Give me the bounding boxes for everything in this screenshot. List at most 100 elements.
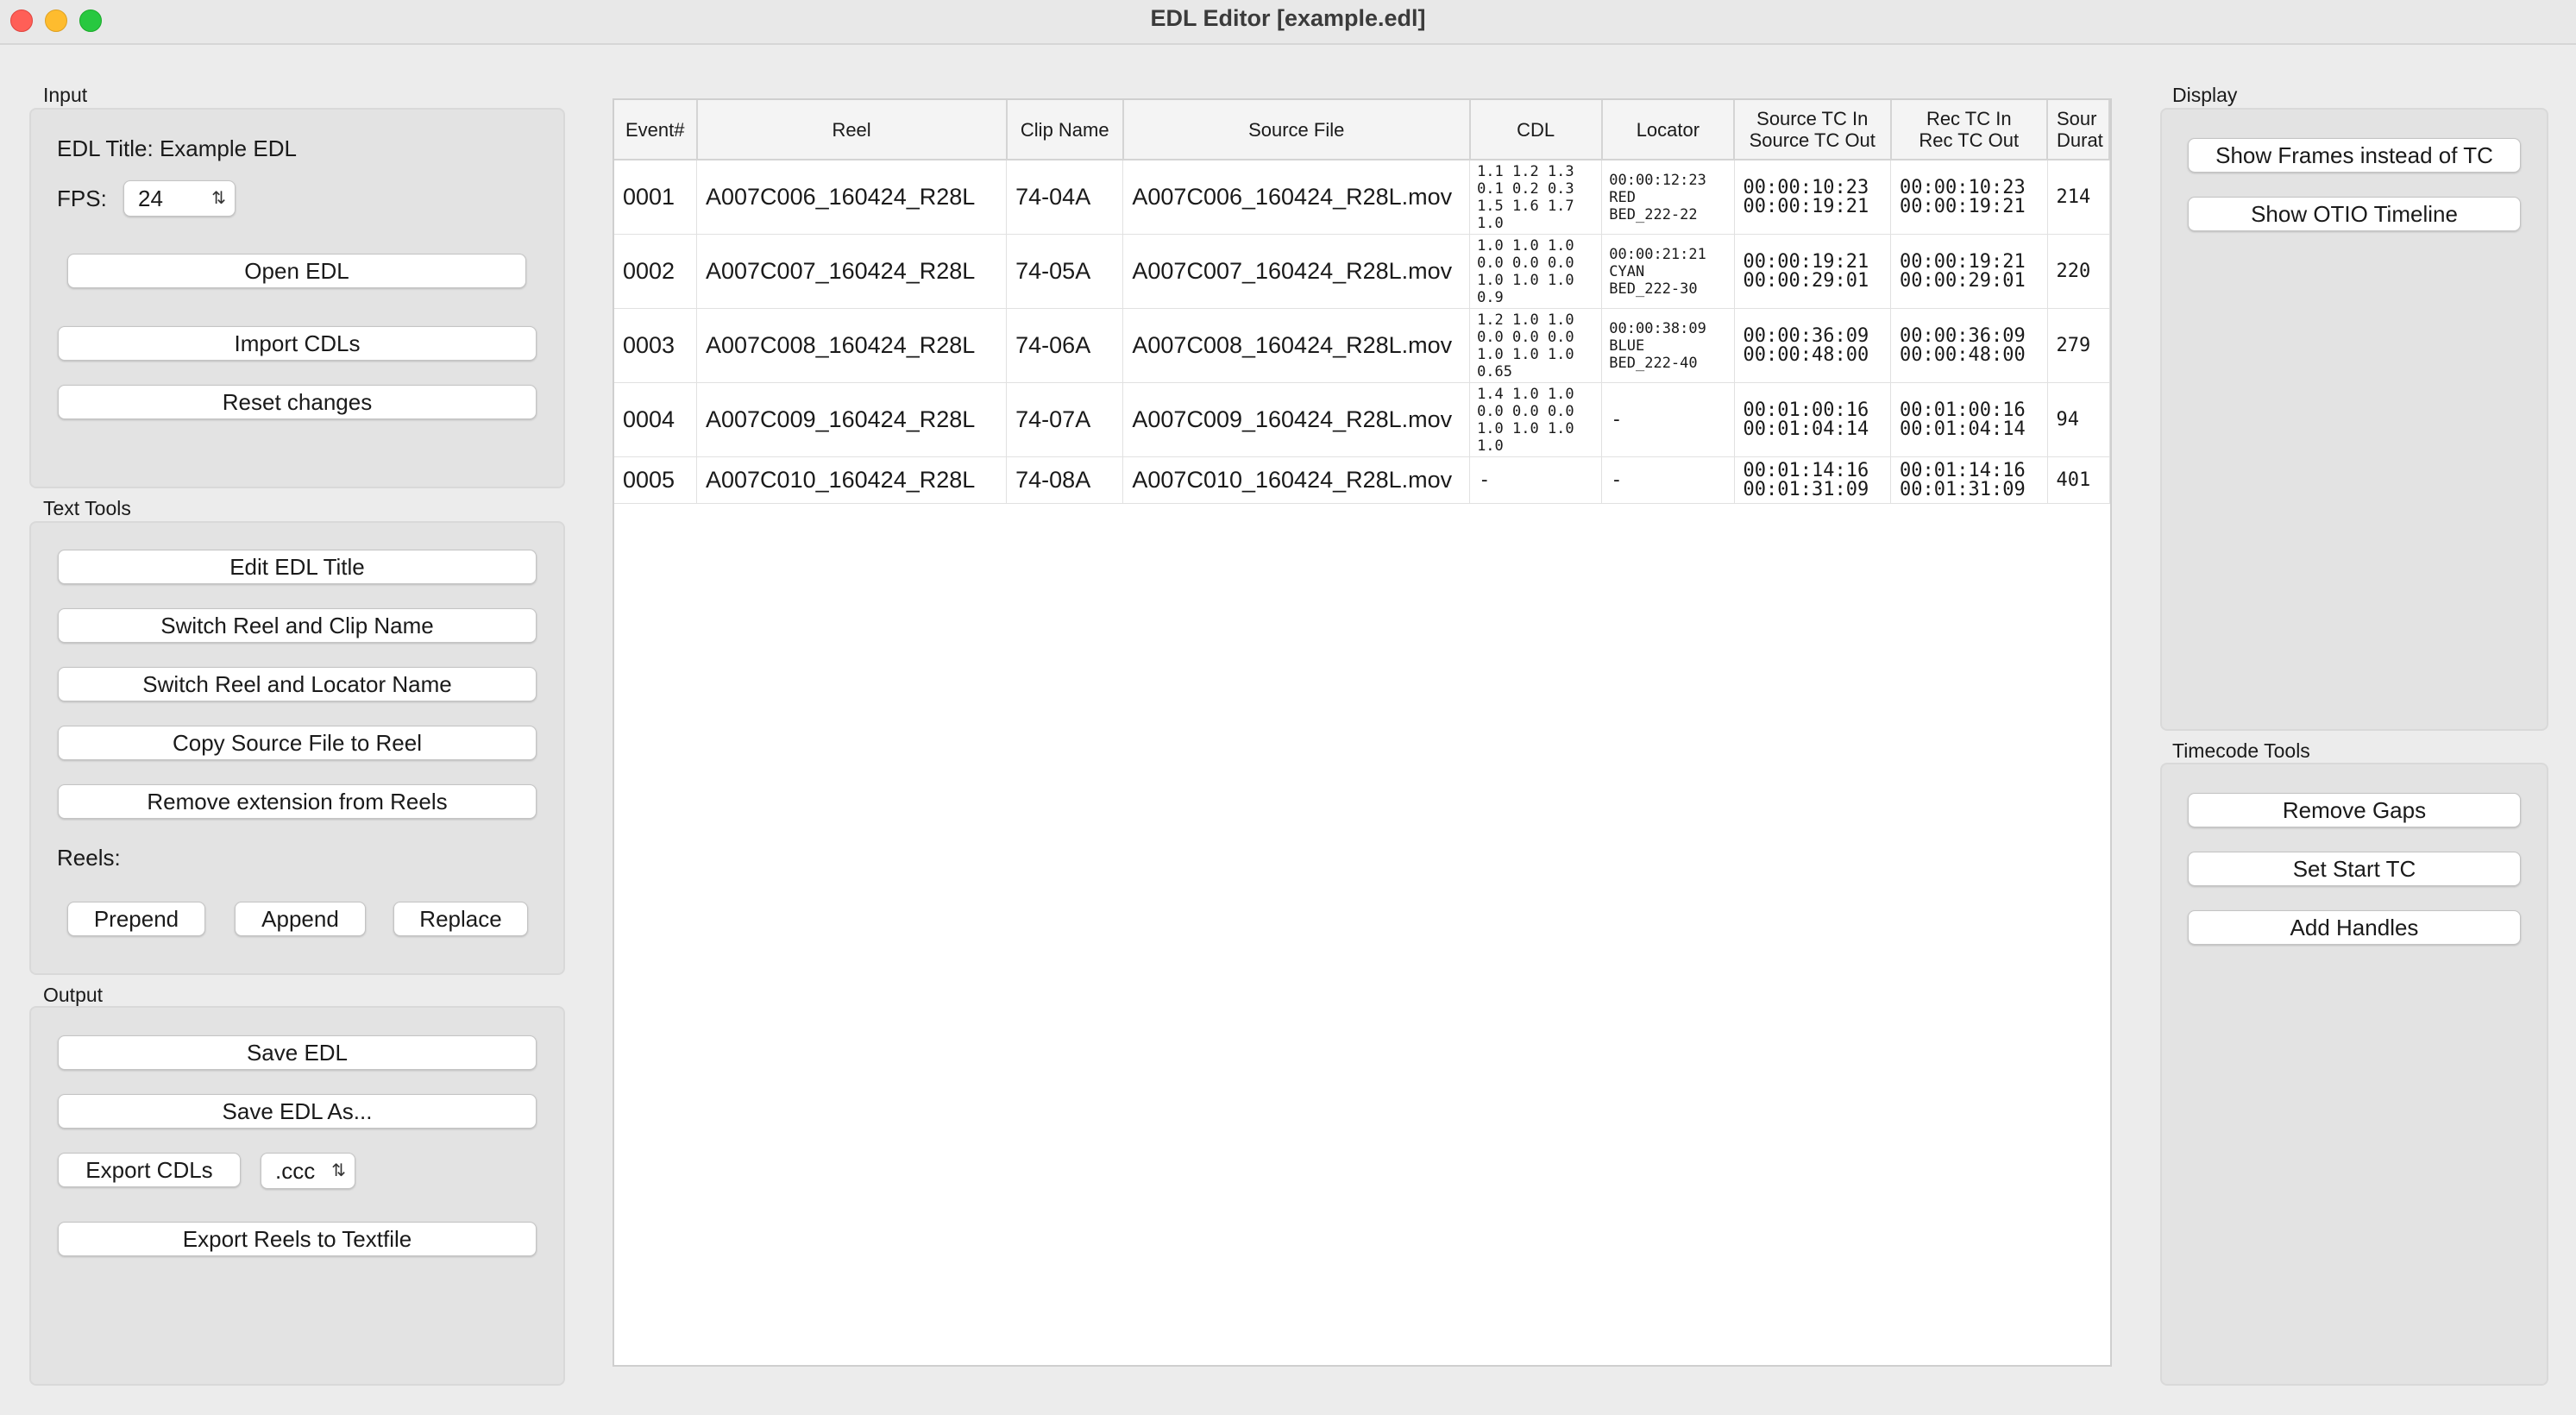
source-tc-out: 00:01:31:09 (1743, 478, 1869, 500)
column-header-source-duration[interactable]: Sour Durat (2047, 100, 2110, 160)
cell-rec-tc: 00:00:19:21 00:00:29:01 (1890, 234, 2048, 309)
remove-extension-button[interactable]: Remove extension from Reels (58, 784, 537, 819)
table-row[interactable]: 0003 A007C008_160424_R28L 74-06A A007C00… (614, 308, 2110, 383)
cell-duration: 401 (2047, 456, 2110, 504)
output-group-label: Output (43, 984, 104, 1006)
rec-tc-out: 00:01:31:09 (1900, 478, 2026, 500)
rec-tc-in: 00:00:10:23 (1900, 176, 2026, 198)
cell-duration: 220 (2047, 234, 2110, 309)
stepper-chevron-icon: ⇅ (211, 189, 226, 208)
column-header-clip-name[interactable]: Clip Name (1006, 100, 1124, 160)
prepend-button[interactable]: Prepend (67, 902, 205, 936)
replace-button[interactable]: Replace (393, 902, 528, 936)
header-duration-line-1: Sour (2057, 108, 2097, 129)
table-header-row: Event# Reel Clip Name Source File CDL Lo… (614, 100, 2110, 160)
cell-rec-tc: 00:01:14:16 00:01:31:09 (1890, 456, 2048, 504)
cell-source-file: A007C007_160424_R28L.mov (1122, 234, 1471, 309)
window-title: EDL Editor [example.edl] (1150, 5, 1426, 31)
show-frames-button[interactable]: Show Frames instead of TC (2188, 138, 2521, 173)
table-row[interactable]: 0002 A007C007_160424_R28L 74-05A A007C00… (614, 234, 2110, 309)
source-tc-in: 00:01:14:16 (1743, 459, 1869, 481)
cell-reel: A007C010_160424_R28L (696, 456, 1008, 504)
source-tc-out: 00:00:19:21 (1743, 195, 1869, 217)
cell-reel: A007C006_160424_R28L (696, 160, 1008, 235)
rec-tc-out: 00:00:29:01 (1900, 269, 2026, 292)
cell-locator: 00:00:21:21 CYAN BED_222-30 (1601, 234, 1735, 309)
open-edl-button[interactable]: Open EDL (67, 254, 526, 288)
cell-source-file: A007C009_160424_R28L.mov (1122, 382, 1471, 457)
cell-clip-name: 74-07A (1006, 382, 1124, 457)
header-source-tc-in: Source TC In (1756, 108, 1869, 129)
edl-title-label: EDL Title: Example EDL (57, 135, 297, 161)
cell-locator: 00:00:12:23 RED BED_222-22 (1601, 160, 1735, 235)
cell-reel: A007C007_160424_R28L (696, 234, 1008, 309)
source-tc-out: 00:01:04:14 (1743, 418, 1869, 440)
cell-source-tc: 00:00:19:21 00:00:29:01 (1734, 234, 1891, 309)
column-header-rec-tc[interactable]: Rec TC In Rec TC Out (1890, 100, 2048, 160)
cell-event: 0003 (614, 308, 697, 383)
cell-event: 0002 (614, 234, 697, 309)
show-otio-timeline-button[interactable]: Show OTIO Timeline (2188, 197, 2521, 231)
source-tc-out: 00:00:48:00 (1743, 343, 1869, 366)
switch-reel-clip-button[interactable]: Switch Reel and Clip Name (58, 608, 537, 643)
output-group: Save EDL Save EDL As... Export CDLs .ccc… (29, 1006, 565, 1386)
cell-clip-name: 74-04A (1006, 160, 1124, 235)
cell-cdl: 1.2 1.0 1.0 0.0 0.0 0.0 1.0 1.0 1.0 0.65 (1469, 308, 1603, 383)
cell-cdl: 1.1 1.2 1.3 0.1 0.2 0.3 1.5 1.6 1.7 1.0 (1469, 160, 1603, 235)
rec-tc-out: 00:00:48:00 (1900, 343, 2026, 366)
timecode-tools-group-label: Timecode Tools (2172, 739, 2310, 762)
column-header-locator[interactable]: Locator (1601, 100, 1736, 160)
cell-rec-tc: 00:01:00:16 00:01:04:14 (1890, 382, 2048, 457)
column-header-source-file[interactable]: Source File (1122, 100, 1471, 160)
append-button[interactable]: Append (235, 902, 366, 936)
rec-tc-in: 00:01:00:16 (1900, 399, 2026, 421)
table-row[interactable]: 0005 A007C010_160424_R28L 74-08A A007C01… (614, 456, 2110, 504)
cell-locator: - (1601, 382, 1735, 457)
save-edl-as-button[interactable]: Save EDL As... (58, 1094, 537, 1129)
cell-rec-tc: 00:00:36:09 00:00:48:00 (1890, 308, 2048, 383)
column-header-cdl[interactable]: CDL (1469, 100, 1603, 160)
import-cdls-button[interactable]: Import CDLs (58, 326, 537, 361)
cell-clip-name: 74-08A (1006, 456, 1124, 504)
cell-reel: A007C009_160424_R28L (696, 382, 1008, 457)
save-edl-button[interactable]: Save EDL (58, 1035, 537, 1070)
set-start-tc-button[interactable]: Set Start TC (2188, 852, 2521, 886)
table-row[interactable]: 0001 A007C006_160424_R28L 74-04A A007C00… (614, 160, 2110, 235)
copy-source-file-button[interactable]: Copy Source File to Reel (58, 726, 537, 760)
cell-duration: 279 (2047, 308, 2110, 383)
cell-duration: 214 (2047, 160, 2110, 235)
text-tools-group: Edit EDL Title Switch Reel and Clip Name… (29, 521, 565, 975)
export-cdls-button[interactable]: Export CDLs (58, 1153, 241, 1187)
cell-source-tc: 00:00:36:09 00:00:48:00 (1734, 308, 1891, 383)
cell-clip-name: 74-05A (1006, 234, 1124, 309)
fps-value: 24 (138, 186, 163, 211)
cdl-format-select[interactable]: .ccc ⇅ (261, 1153, 355, 1189)
column-header-reel[interactable]: Reel (696, 100, 1008, 160)
rec-tc-in: 00:00:19:21 (1900, 250, 2026, 273)
switch-reel-locator-button[interactable]: Switch Reel and Locator Name (58, 667, 537, 701)
table-row[interactable]: 0004 A007C009_160424_R28L 74-07A A007C00… (614, 382, 2110, 457)
cell-source-file: A007C006_160424_R28L.mov (1122, 160, 1471, 235)
source-tc-in: 00:01:00:16 (1743, 399, 1869, 421)
cell-cdl: 1.0 1.0 1.0 0.0 0.0 0.0 1.0 1.0 1.0 0.9 (1469, 234, 1603, 309)
edl-editor-window: EDL Editor [example.edl] Input EDL Title… (0, 0, 2576, 1415)
fps-select[interactable]: 24 ⇅ (123, 180, 236, 217)
edl-table-view[interactable]: Event# Reel Clip Name Source File CDL Lo… (613, 98, 2112, 1367)
reset-changes-button[interactable]: Reset changes (58, 385, 537, 419)
rec-tc-out: 00:00:19:21 (1900, 195, 2026, 217)
export-reels-button[interactable]: Export Reels to Textfile (58, 1222, 537, 1256)
cell-locator: - (1601, 456, 1735, 504)
remove-gaps-button[interactable]: Remove Gaps (2188, 793, 2521, 827)
column-header-event[interactable]: Event# (614, 100, 698, 160)
cdl-format-value: .ccc (275, 1158, 316, 1184)
add-handles-button[interactable]: Add Handles (2188, 910, 2521, 945)
cell-source-file: A007C008_160424_R28L.mov (1122, 308, 1471, 383)
cell-rec-tc: 00:00:10:23 00:00:19:21 (1890, 160, 2048, 235)
cell-clip-name: 74-06A (1006, 308, 1124, 383)
cell-source-tc: 00:00:10:23 00:00:19:21 (1734, 160, 1891, 235)
stepper-chevron-icon: ⇅ (331, 1161, 346, 1180)
cell-event: 0004 (614, 382, 697, 457)
edit-edl-title-button[interactable]: Edit EDL Title (58, 550, 537, 584)
column-header-source-tc[interactable]: Source TC In Source TC Out (1734, 100, 1892, 160)
input-group: EDL Title: Example EDL FPS: 24 ⇅ Open ED… (29, 108, 565, 488)
